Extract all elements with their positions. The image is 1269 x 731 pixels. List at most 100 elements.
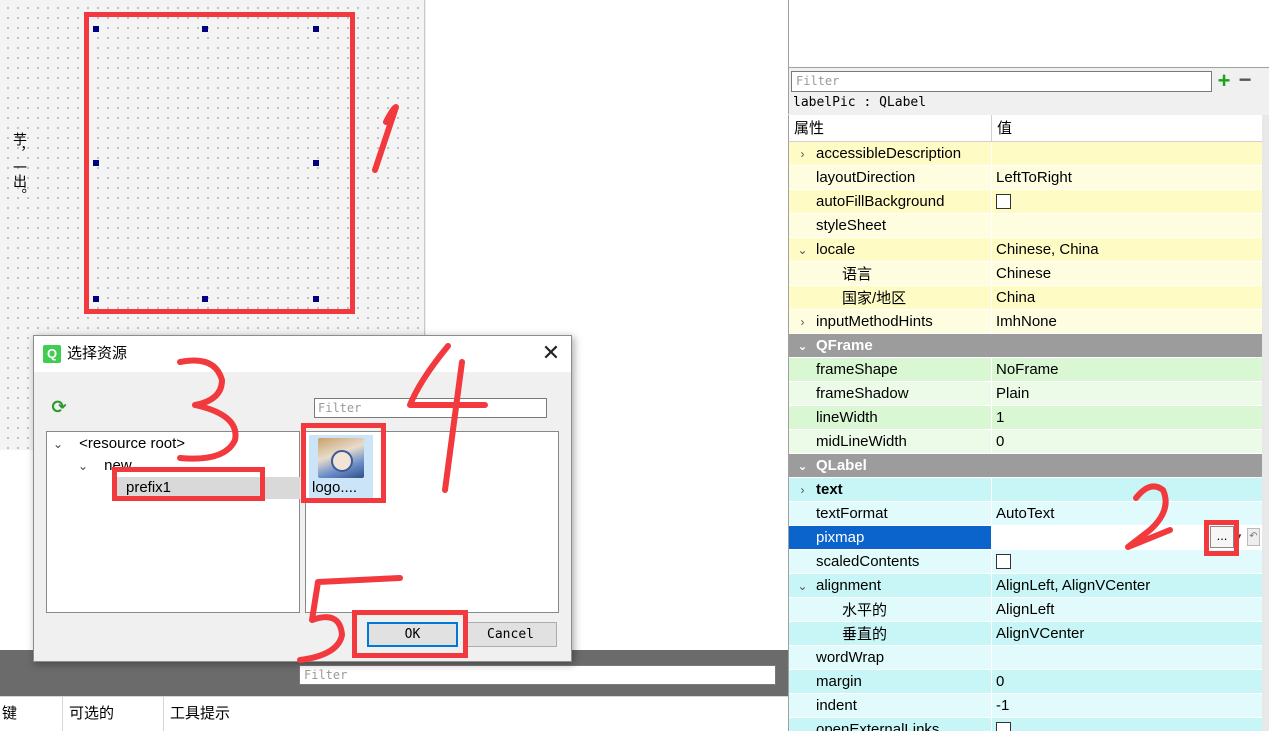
property-value-cell[interactable]: Plain bbox=[992, 382, 1262, 405]
chevron-down-icon[interactable]: ⌄ bbox=[789, 579, 816, 593]
chevron-right-icon[interactable]: › bbox=[789, 147, 816, 161]
property-name-label: frameShape bbox=[816, 361, 898, 378]
property-row[interactable]: scaledContents bbox=[789, 550, 1262, 574]
chevron-down-icon[interactable]: ⌄ bbox=[78, 455, 92, 477]
property-name-cell[interactable]: 水平的 bbox=[789, 598, 992, 621]
property-value-cell[interactable]: ImhNone bbox=[992, 310, 1262, 333]
remove-property-button[interactable]: − bbox=[1236, 69, 1254, 91]
property-value-cell[interactable]: China bbox=[992, 286, 1262, 309]
property-row[interactable]: indent -1 bbox=[789, 694, 1262, 718]
property-name-cell[interactable]: › text bbox=[789, 478, 992, 501]
bottom-filter-input[interactable]: Filter bbox=[299, 665, 776, 685]
property-name-cell[interactable]: midLineWidth bbox=[789, 430, 992, 453]
property-name-cell[interactable]: ⌄ alignment bbox=[789, 574, 992, 597]
add-property-button[interactable]: + bbox=[1215, 70, 1233, 92]
property-value-cell[interactable]: -1 bbox=[992, 694, 1262, 717]
cancel-button[interactable]: Cancel bbox=[464, 622, 557, 647]
column-header-optional[interactable]: 可选的 bbox=[63, 697, 164, 731]
property-row[interactable]: wordWrap bbox=[789, 646, 1262, 670]
property-name-cell[interactable]: margin bbox=[789, 670, 992, 693]
property-row[interactable]: textFormat AutoText bbox=[789, 502, 1262, 526]
property-name-cell[interactable]: openExternalLinks bbox=[789, 718, 992, 731]
property-value-cell[interactable] bbox=[992, 718, 1262, 731]
property-value-cell[interactable]: Chinese bbox=[992, 262, 1262, 285]
property-name-cell[interactable]: › accessibleDescription bbox=[789, 142, 992, 165]
property-row[interactable]: openExternalLinks bbox=[789, 718, 1262, 731]
property-scrollbar[interactable] bbox=[1262, 115, 1269, 731]
chevron-right-icon[interactable]: › bbox=[789, 315, 816, 329]
property-row[interactable]: lineWidth 1 bbox=[789, 406, 1262, 430]
property-row[interactable]: 语言 Chinese bbox=[789, 262, 1262, 286]
property-name-cell[interactable]: pixmap bbox=[789, 526, 992, 549]
property-checkbox[interactable] bbox=[996, 722, 1011, 731]
column-header-key[interactable]: 键 bbox=[0, 697, 63, 731]
property-value-cell[interactable]: AlignVCenter bbox=[992, 622, 1262, 645]
property-value-cell[interactable]: AlignLeft, AlignVCenter bbox=[992, 574, 1262, 597]
property-value-cell[interactable] bbox=[992, 190, 1262, 213]
property-section-header[interactable]: ⌄ QLabel bbox=[789, 454, 1262, 478]
chevron-down-icon[interactable]: ⌄ bbox=[789, 339, 816, 353]
property-row[interactable]: margin 0 bbox=[789, 670, 1262, 694]
reload-icon[interactable]: ⟳ bbox=[50, 398, 68, 416]
property-value-cell[interactable] bbox=[992, 478, 1262, 501]
chevron-down-icon[interactable]: ⌄ bbox=[789, 459, 816, 473]
property-row[interactable]: ⌄ locale Chinese, China bbox=[789, 238, 1262, 262]
property-row[interactable]: midLineWidth 0 bbox=[789, 430, 1262, 454]
property-value-cell[interactable] bbox=[992, 142, 1262, 165]
property-row[interactable]: styleSheet bbox=[789, 214, 1262, 238]
property-name-cell[interactable]: lineWidth bbox=[789, 406, 992, 429]
header-value[interactable]: 值 bbox=[992, 115, 1263, 142]
tree-item-root[interactable]: ⌄ <resource root> bbox=[53, 433, 185, 455]
property-checkbox[interactable] bbox=[996, 554, 1011, 569]
property-row[interactable]: › accessibleDescription bbox=[789, 142, 1262, 166]
property-name-cell[interactable]: ⌄ QFrame bbox=[789, 334, 1262, 357]
property-value-cell[interactable]: NoFrame bbox=[992, 358, 1262, 381]
property-value-cell[interactable] bbox=[992, 646, 1262, 669]
close-icon[interactable]: ✕ bbox=[540, 342, 562, 364]
property-value-cell[interactable]: AlignLeft bbox=[992, 598, 1262, 621]
property-name-cell[interactable]: 垂直的 bbox=[789, 622, 992, 645]
property-name-cell[interactable]: ⌄ QLabel bbox=[789, 454, 1262, 477]
property-value-cell[interactable]: 0 bbox=[992, 670, 1262, 693]
property-row[interactable]: frameShape NoFrame bbox=[789, 358, 1262, 382]
property-checkbox[interactable] bbox=[996, 194, 1011, 209]
chevron-down-icon[interactable]: ⌄ bbox=[53, 433, 67, 455]
chevron-right-icon[interactable]: › bbox=[789, 483, 816, 497]
property-name-cell[interactable]: wordWrap bbox=[789, 646, 992, 669]
header-property[interactable]: 属性 bbox=[789, 115, 992, 142]
property-row[interactable]: layoutDirection LeftToRight bbox=[789, 166, 1262, 190]
property-filter-input[interactable]: Filter bbox=[791, 71, 1212, 92]
resource-filter-input[interactable]: Filter bbox=[314, 398, 547, 418]
property-value-cell[interactable]: Chinese, China bbox=[992, 238, 1262, 261]
property-row[interactable]: ⌄ alignment AlignLeft, AlignVCenter bbox=[789, 574, 1262, 598]
chevron-down-icon[interactable]: ⌄ bbox=[789, 243, 816, 257]
property-name-cell[interactable]: indent bbox=[789, 694, 992, 717]
property-section-header[interactable]: ⌄ QFrame bbox=[789, 334, 1262, 358]
property-name-cell[interactable]: 语言 bbox=[789, 262, 992, 285]
property-table-header: 属性 值 bbox=[788, 115, 1262, 142]
property-row[interactable]: frameShadow Plain bbox=[789, 382, 1262, 406]
column-header-tooltip[interactable]: 工具提示 bbox=[164, 697, 788, 731]
property-row[interactable]: autoFillBackground bbox=[789, 190, 1262, 214]
property-value-cell[interactable]: LeftToRight bbox=[992, 166, 1262, 189]
property-name-cell[interactable]: styleSheet bbox=[789, 214, 992, 237]
property-name-cell[interactable]: frameShadow bbox=[789, 382, 992, 405]
property-row[interactable]: pixmap bbox=[789, 526, 1262, 550]
property-row[interactable]: › text bbox=[789, 478, 1262, 502]
property-name-cell[interactable]: › inputMethodHints bbox=[789, 310, 992, 333]
pixmap-reset-icon[interactable]: ↶ bbox=[1247, 528, 1260, 546]
property-name-cell[interactable]: autoFillBackground bbox=[789, 190, 992, 213]
property-name-cell[interactable]: ⌄ locale bbox=[789, 238, 992, 261]
property-name-cell[interactable]: scaledContents bbox=[789, 550, 992, 573]
property-name-cell[interactable]: textFormat bbox=[789, 502, 992, 525]
property-name-cell[interactable]: layoutDirection bbox=[789, 166, 992, 189]
property-value-cell[interactable] bbox=[992, 214, 1262, 237]
property-name-cell[interactable]: frameShape bbox=[789, 358, 992, 381]
property-row[interactable]: 水平的 AlignLeft bbox=[789, 598, 1262, 622]
property-value-cell[interactable]: 1 bbox=[992, 406, 1262, 429]
property-name-cell[interactable]: 国家/地区 bbox=[789, 286, 992, 309]
property-row[interactable]: › inputMethodHints ImhNone bbox=[789, 310, 1262, 334]
property-row[interactable]: 垂直的 AlignVCenter bbox=[789, 622, 1262, 646]
property-row[interactable]: 国家/地区 China bbox=[789, 286, 1262, 310]
property-value-cell[interactable]: 0 bbox=[992, 430, 1262, 453]
